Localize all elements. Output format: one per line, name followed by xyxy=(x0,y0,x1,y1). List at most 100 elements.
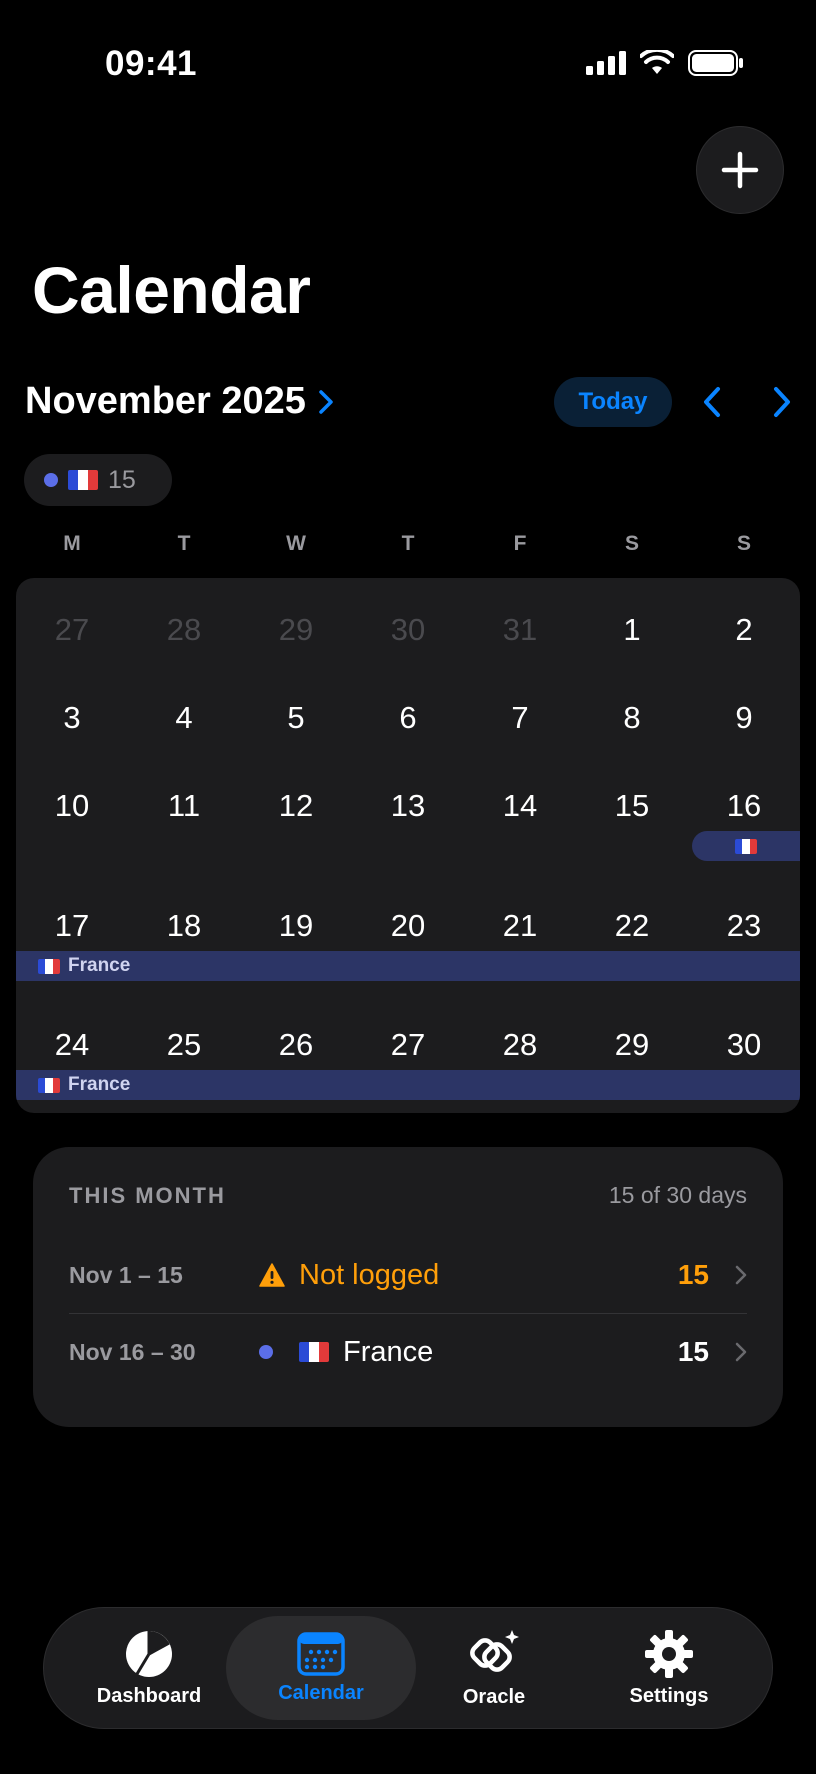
calendar-day[interactable]: 27 xyxy=(352,1027,464,1063)
calendar-day[interactable]: 17 xyxy=(16,908,128,944)
calendar-day[interactable]: 2 xyxy=(688,612,800,648)
row-date-range: Nov 16 – 30 xyxy=(69,1338,196,1365)
this-month-title: THIS MONTH xyxy=(69,1183,226,1208)
calendar-day[interactable]: 27 xyxy=(16,612,128,648)
calendar-day[interactable]: 21 xyxy=(464,908,576,944)
tab-label: Dashboard xyxy=(96,1684,202,1707)
calendar-day[interactable]: 13 xyxy=(352,788,464,824)
tab-label: Settings xyxy=(629,1684,709,1707)
calendar-day[interactable]: 11 xyxy=(128,788,240,824)
wifi-icon xyxy=(640,50,674,74)
chevron-right-icon xyxy=(735,1265,747,1285)
calendar-day[interactable]: 10 xyxy=(16,788,128,824)
trip-band[interactable]: France xyxy=(16,1070,800,1100)
calendar-day[interactable]: 18 xyxy=(128,908,240,944)
chevron-right-icon xyxy=(735,1342,747,1362)
calendar-day[interactable]: 14 xyxy=(464,788,576,824)
calendar-day[interactable]: 25 xyxy=(128,1027,240,1063)
country-summary-chip[interactable]: 15 xyxy=(24,454,172,506)
calendar-day[interactable]: 3 xyxy=(16,700,128,736)
calendar-day[interactable]: 7 xyxy=(464,700,576,736)
row-label: Not logged xyxy=(299,1258,440,1291)
weekday-label: S xyxy=(736,532,751,555)
france-flag-icon xyxy=(38,1077,60,1093)
row-date-range: Nov 1 – 15 xyxy=(69,1261,183,1288)
calendar-day[interactable]: 15 xyxy=(576,788,688,824)
calendar-day[interactable]: 5 xyxy=(240,700,352,736)
weekday-label: S xyxy=(624,532,639,555)
france-flag-icon xyxy=(299,1342,329,1362)
tab-settings[interactable]: Settings xyxy=(574,1616,764,1720)
trip-band[interactable]: France xyxy=(16,951,800,981)
row-label: France xyxy=(343,1335,434,1368)
row-count: 15 xyxy=(677,1336,709,1367)
month-row-france[interactable]: Nov 16 – 30 France 15 xyxy=(69,1317,747,1387)
calendar-day[interactable]: 19 xyxy=(240,908,352,944)
chevron-right-icon xyxy=(319,389,333,414)
oracle-sparkle-icon xyxy=(470,1629,519,1672)
gear-icon xyxy=(645,1629,693,1678)
calendar-day[interactable]: 29 xyxy=(576,1027,688,1063)
plus-icon xyxy=(721,151,759,189)
country-color-dot xyxy=(44,473,58,487)
calendar-day[interactable]: 1 xyxy=(576,612,688,648)
status-icons xyxy=(586,50,744,76)
tab-dashboard[interactable]: Dashboard xyxy=(54,1616,244,1720)
calendar-day[interactable]: 4 xyxy=(128,700,240,736)
tab-label: Oracle xyxy=(462,1685,526,1708)
calendar-day[interactable]: 9 xyxy=(688,700,800,736)
tab-bar: Dashboard Calendar Oracle Settings xyxy=(43,1607,773,1729)
add-entry-button[interactable] xyxy=(696,126,784,214)
row-count: 15 xyxy=(677,1259,709,1290)
warning-icon xyxy=(259,1263,285,1287)
trip-start-marker[interactable] xyxy=(692,831,800,861)
weekday-label: T xyxy=(177,532,191,555)
weekday-label: F xyxy=(513,532,527,555)
trip-band-label: France xyxy=(68,955,131,976)
calendar-day[interactable]: 28 xyxy=(464,1027,576,1063)
tab-calendar[interactable]: Calendar xyxy=(226,1616,416,1720)
chevron-left-icon xyxy=(704,387,720,417)
france-flag-icon xyxy=(68,470,98,490)
previous-month-button[interactable] xyxy=(692,380,732,424)
trip-band-label: France xyxy=(68,1074,131,1095)
tab-oracle[interactable]: Oracle xyxy=(399,1616,589,1720)
month-row-not-logged[interactable]: Nov 1 – 15 Not logged 15 xyxy=(69,1240,747,1310)
calendar-day[interactable]: 16 xyxy=(688,788,800,824)
calendar-day[interactable]: 30 xyxy=(688,1027,800,1063)
pie-chart-icon xyxy=(126,1630,172,1677)
summary-count: 15 xyxy=(108,465,136,494)
weekday-label: W xyxy=(286,532,306,555)
calendar-day[interactable]: 29 xyxy=(240,612,352,648)
tab-label: Calendar xyxy=(278,1681,364,1704)
country-color-dot xyxy=(259,1345,273,1359)
page-title: Calendar xyxy=(32,253,311,327)
calendar-icon xyxy=(297,1631,345,1676)
this-month-count: 15 of 30 days xyxy=(608,1182,747,1208)
row-divider xyxy=(69,1313,747,1314)
calendar-day[interactable]: 26 xyxy=(240,1027,352,1063)
chevron-right-icon xyxy=(774,387,790,417)
calendar-day[interactable]: 22 xyxy=(576,908,688,944)
calendar-day[interactable]: 31 xyxy=(464,612,576,648)
calendar-day[interactable]: 12 xyxy=(240,788,352,824)
battery-icon xyxy=(688,50,743,76)
weekday-label: M xyxy=(63,532,81,555)
cellular-signal-icon xyxy=(586,51,626,75)
france-flag-icon xyxy=(38,958,60,974)
calendar-day[interactable]: 20 xyxy=(352,908,464,944)
next-month-button[interactable] xyxy=(762,380,802,424)
weekday-label: T xyxy=(401,532,415,555)
calendar-day[interactable]: 24 xyxy=(16,1027,128,1063)
today-button[interactable]: Today xyxy=(554,377,672,427)
calendar-day[interactable]: 6 xyxy=(352,700,464,736)
calendar-day[interactable]: 28 xyxy=(128,612,240,648)
this-month-card: THIS MONTH 15 of 30 days Nov 1 – 15 Not … xyxy=(33,1147,783,1427)
calendar-day[interactable]: 8 xyxy=(576,700,688,736)
month-selector[interactable]: November 2025 xyxy=(25,380,334,423)
calendar-grid: 27 28 29 30 31 1 2 3 4 5 6 7 8 9 10 11 1… xyxy=(16,578,800,1113)
calendar-day[interactable]: 30 xyxy=(352,612,464,648)
calendar-day[interactable]: 23 xyxy=(688,908,800,944)
france-flag-icon xyxy=(735,838,757,854)
status-time: 09:41 xyxy=(105,44,198,83)
